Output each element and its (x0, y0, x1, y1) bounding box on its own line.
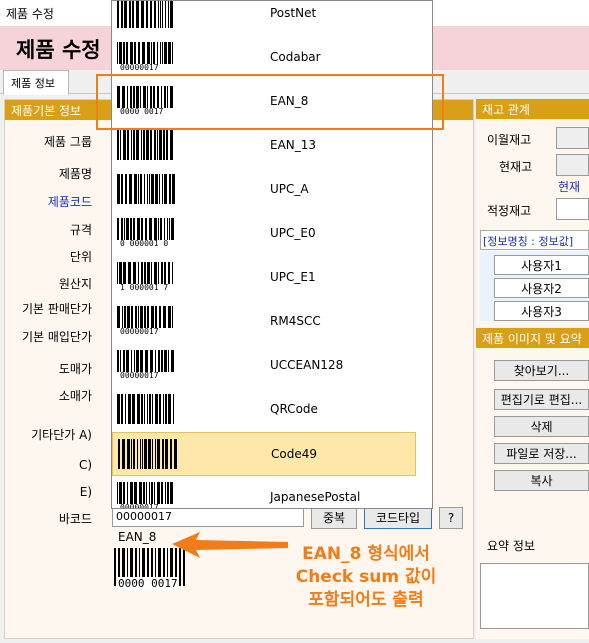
browse-button[interactable]: 찾아보기... (494, 360, 589, 381)
thumbnail-digits: 1 000001 7 (120, 283, 169, 292)
delete-image-button[interactable]: 삭제 (494, 416, 589, 437)
annotation-line-2: Check sum 값이 (295, 567, 437, 587)
barcode-thumbnail (117, 394, 174, 424)
edit-with-editor-button[interactable]: 편집기로 편집... (494, 389, 589, 410)
label-base-sale: 기본 판매단가 (21, 302, 92, 316)
summary-label: 요약 정보 (487, 539, 535, 553)
stock-header: 재고 관계 (476, 99, 589, 119)
label-group: 제품 그룹 (44, 135, 92, 149)
dropdown-item-label: UPC_E1 (270, 270, 316, 284)
thumbnail-digits: 00000017 (120, 63, 159, 72)
dropdown-item[interactable]: 1 000001 7 UPC_E1 (112, 256, 416, 300)
dropdown-item-label: Codabar (270, 50, 321, 64)
thumbnail-digits: 0 000001 0 (120, 239, 169, 248)
proper-stock-input[interactable] (556, 198, 589, 220)
annotation-line-3: 포함되어도 출력 (308, 590, 424, 610)
label-barcode: 바코드 (58, 512, 92, 526)
info-header: [정보명칭 : 정보값] (480, 230, 589, 250)
dropdown-item-label: EAN_13 (270, 138, 317, 152)
label-last-month-stock: 이월재고 (487, 133, 532, 147)
user-field-1[interactable]: 사용자1 (494, 255, 589, 275)
highlight-box (96, 74, 444, 130)
dropdown-item[interactable]: UPC_A (112, 168, 416, 212)
last-month-stock-input[interactable] (556, 127, 589, 149)
dropdown-item-label: UPC_A (270, 182, 309, 196)
dropdown-item[interactable]: PostNet (112, 1, 416, 36)
save-to-file-button[interactable]: 파일로 저장... (494, 443, 589, 464)
dropdown-item-label: JapanesePostal (270, 490, 361, 504)
dropdown-item-label: PostNet (270, 6, 317, 20)
barcode-type-label: EAN_8 (118, 530, 157, 544)
label-current-stock: 현재고 (499, 160, 533, 174)
user-field-2[interactable]: 사용자2 (494, 278, 589, 298)
page-title: 제품 수정 (16, 38, 101, 62)
label-other-a: 기타단가 A) (31, 428, 92, 442)
dropdown-item-label: UPC_E0 (270, 226, 316, 240)
tab-product-info[interactable]: 제품 정보 (3, 70, 69, 95)
tab-label: 제품 정보 (11, 77, 55, 90)
dropdown-item[interactable]: EAN_13 (112, 124, 416, 168)
barcode-thumbnail (117, 130, 173, 160)
label-proper-stock: 적정재고 (487, 204, 532, 218)
label-code: 제품코드 (47, 195, 92, 209)
label-other-c: C) (78, 458, 92, 472)
label-retail: 소매가 (58, 389, 92, 403)
user-field-3[interactable]: 사용자3 (494, 301, 589, 321)
barcode-preview-digits: 0000 0017 (118, 577, 178, 590)
label-name: 제품명 (58, 167, 92, 181)
dropdown-item[interactable]: 00000017 UCCEAN128 (112, 344, 416, 388)
help-button[interactable]: ? (439, 507, 463, 529)
duplicate-check-button[interactable]: 중복 (311, 507, 357, 529)
label-other-e: E) (79, 485, 92, 499)
dropdown-item[interactable]: QRCode (112, 388, 416, 432)
barcode-input[interactable]: 00000017 (112, 507, 304, 527)
image-summary-header: 제품 이미지 및 요약 (476, 328, 589, 348)
dropdown-item[interactable]: 0 000001 0 UPC_E0 (112, 212, 416, 256)
dropdown-item-label: Code49 (271, 447, 317, 461)
label-base-buy: 기본 매입단가 (21, 330, 92, 344)
annotation-arrow (172, 532, 288, 558)
window-title: 제품 수정 (6, 7, 54, 21)
dropdown-item-label: UCCEAN128 (270, 358, 344, 372)
barcode-thumbnail (117, 174, 175, 204)
barcode-thumbnail (118, 439, 177, 469)
summary-textarea[interactable] (480, 563, 589, 629)
dropdown-item[interactable]: 00000017 RM4SCC (112, 300, 416, 344)
code-type-button[interactable]: 코드타입 (364, 507, 432, 529)
dropdown-item-label: QRCode (270, 402, 318, 416)
label-unit: 단위 (69, 250, 92, 264)
copy-image-button[interactable]: 복사 (494, 470, 589, 491)
label-spec: 규격 (69, 223, 92, 237)
label-wholesale: 도매가 (58, 362, 92, 376)
barcode-thumbnail (117, 1, 173, 28)
thumbnail-digits: 00000017 (120, 327, 159, 336)
annotation-line-1: EAN_8 형식에서 (302, 544, 430, 564)
label-origin: 원산지 (58, 277, 92, 291)
thumbnail-digits: 00000017 (120, 371, 159, 380)
dropdown-item-label: RM4SCC (270, 314, 321, 328)
annotation-text: EAN_8 형식에서 Check sum 값이 포함되어도 출력 (280, 543, 452, 612)
dropdown-item[interactable]: Code49 (112, 432, 416, 476)
current-stock-input[interactable] (556, 154, 589, 176)
dropdown-item[interactable]: 00000017 JapanesePostal (112, 476, 416, 509)
thumbnail-digits: 00000017 (120, 503, 159, 509)
